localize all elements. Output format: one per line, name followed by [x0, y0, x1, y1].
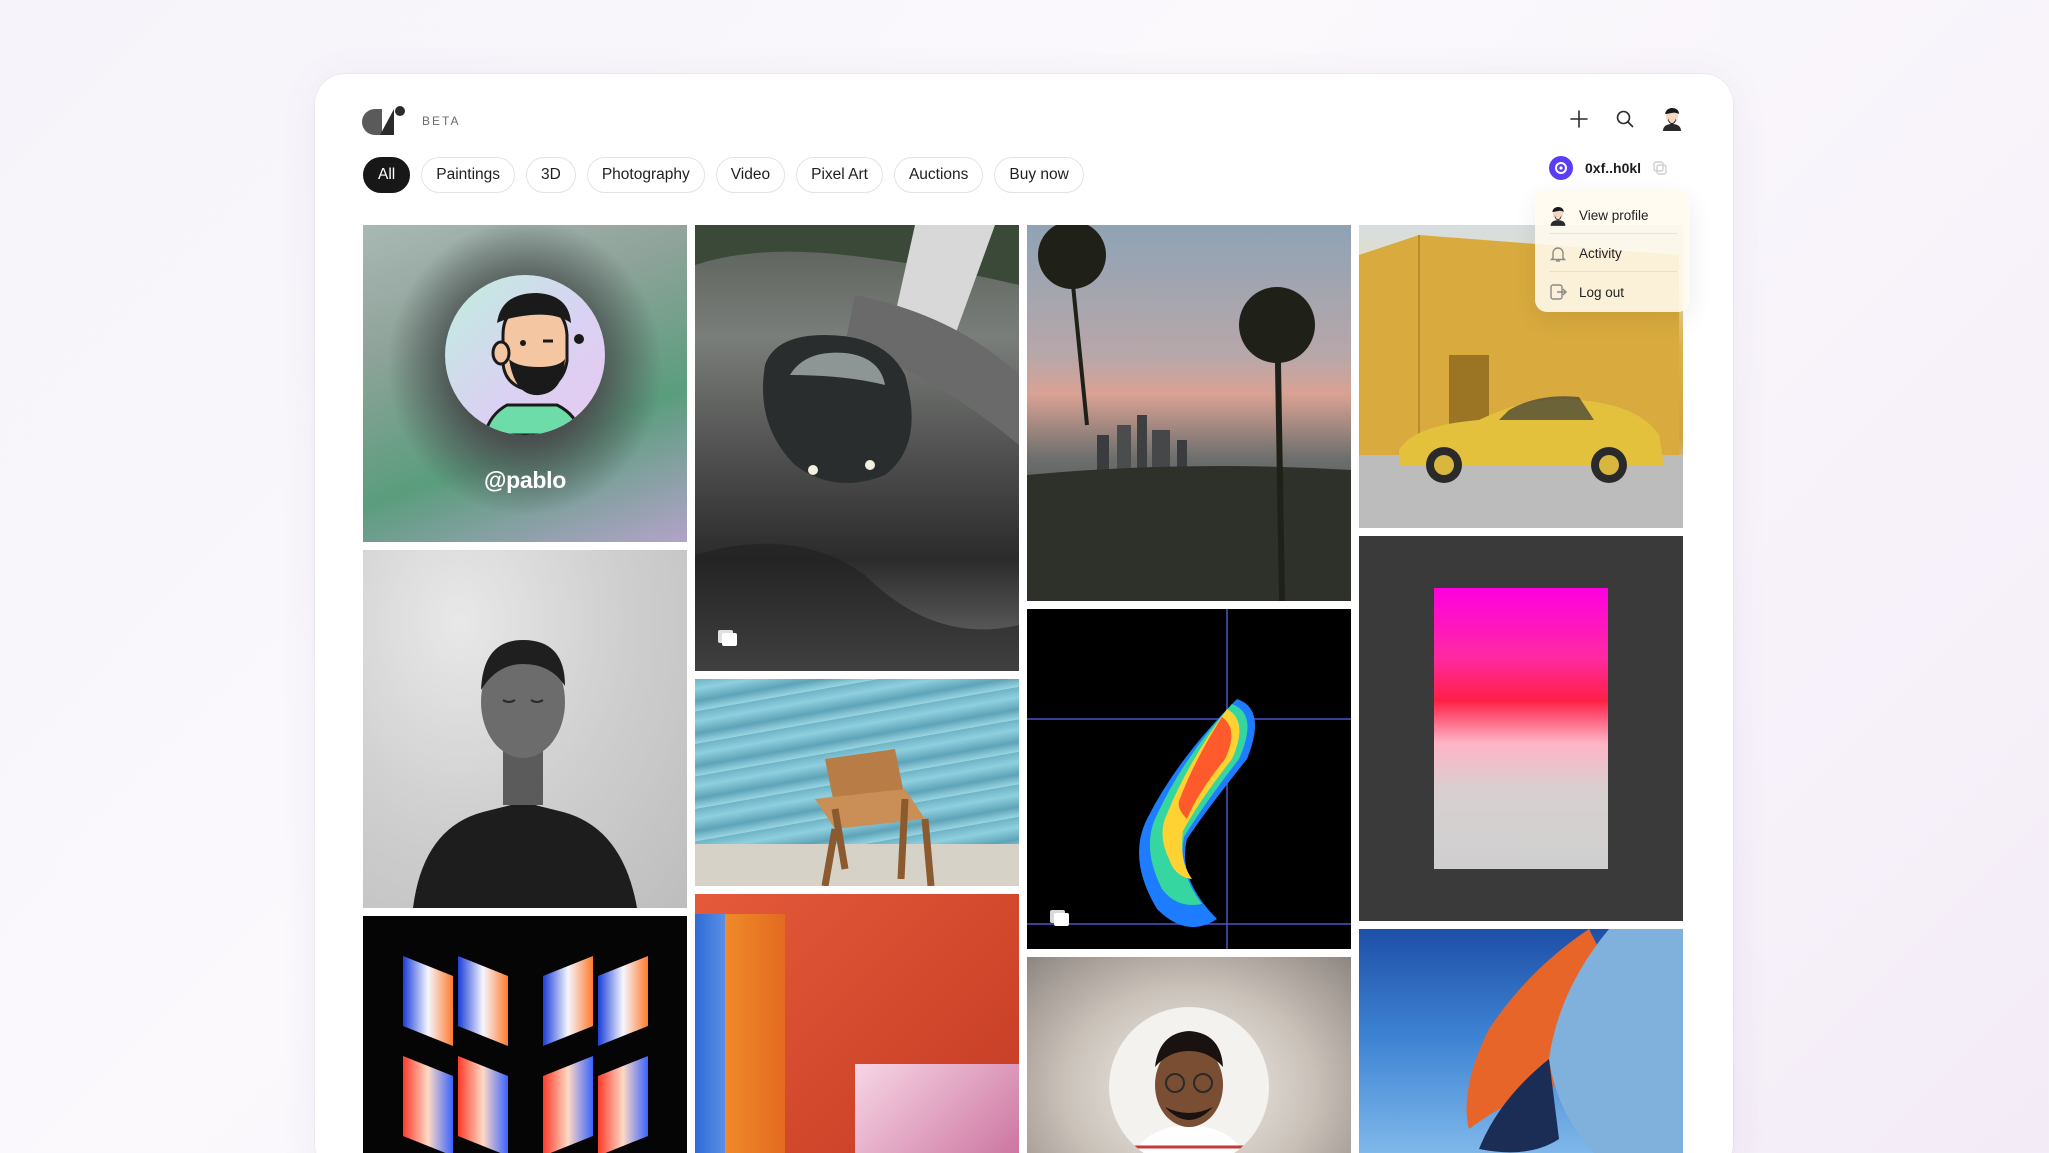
user-avatar-button[interactable] — [1659, 106, 1685, 132]
filter-chip-auctions[interactable]: Auctions — [893, 157, 984, 193]
menu-label-log-out: Log out — [1579, 284, 1625, 300]
bell-icon — [1549, 246, 1567, 262]
user-avatar-icon — [1663, 108, 1681, 131]
artwork-tile-portrait-bw[interactable] — [363, 550, 687, 908]
bearded-man-illustration-icon — [483, 293, 584, 435]
logo[interactable]: BETA — [362, 106, 460, 136]
artwork-tile-pixel-gradient[interactable] — [1359, 536, 1683, 921]
rainbow-3d-artwork — [1027, 609, 1351, 949]
copy-icon[interactable] — [1653, 161, 1667, 175]
search-button[interactable] — [1613, 107, 1637, 131]
brand-mark-icon — [362, 106, 406, 136]
search-icon — [1616, 110, 1634, 128]
menu-item-log-out[interactable]: Log out — [1549, 274, 1677, 310]
multi-edition-icon — [718, 630, 737, 646]
artwork-tile-rainbow-3d[interactable] — [1027, 609, 1351, 949]
profile-handle: @pablo — [484, 467, 566, 493]
portrait-photo — [413, 640, 637, 908]
menu-label-view-profile: View profile — [1579, 208, 1649, 223]
filter-chip-photography[interactable]: Photography — [586, 157, 705, 193]
menu-label-activity: Activity — [1579, 246, 1622, 261]
filter-chip-video[interactable]: Video — [715, 157, 786, 193]
filter-chip-pixel-art[interactable]: Pixel Art — [796, 157, 883, 193]
filter-chip-all[interactable]: All — [363, 157, 411, 193]
artwork-tile-city-palms[interactable] — [1027, 225, 1351, 601]
blue-cliff-photo — [1466, 929, 1683, 1153]
artwork-tile-chair-pool[interactable] — [695, 679, 1019, 886]
multi-edition-icon — [1050, 910, 1069, 926]
prism-artwork — [403, 956, 648, 1153]
artwork-tile-prism-abstract[interactable] — [363, 916, 687, 1153]
account-dropdown-menu: View profile Activity Log out — [1535, 190, 1690, 312]
filter-chip-3d[interactable]: 3D — [526, 157, 576, 193]
menu-item-activity[interactable]: Activity — [1549, 236, 1677, 272]
app-window: BETA All Paintings 3D Photography Video … — [315, 74, 1733, 1153]
city-palms-photo — [1027, 225, 1351, 601]
wallet-selector[interactable]: 0xf..h0kl — [1549, 156, 1667, 180]
vintage-car-photo — [695, 225, 1019, 671]
artwork-tile-man-glasses[interactable] — [1027, 957, 1351, 1153]
wallet-coin-icon — [1549, 156, 1573, 180]
pixel-gradient-artwork — [1434, 588, 1608, 869]
beta-label: BETA — [422, 114, 461, 128]
wallet-address: 0xf..h0kl — [1585, 160, 1642, 176]
plus-icon — [1570, 110, 1588, 128]
top-actions — [1567, 106, 1685, 132]
artwork-tile-vintage-car[interactable] — [695, 225, 1019, 671]
artwork-tile-blue-cliff[interactable] — [1359, 929, 1683, 1153]
category-filters: All Paintings 3D Photography Video Pixel… — [363, 157, 1084, 193]
chair-photo — [695, 749, 1019, 886]
create-button[interactable] — [1567, 107, 1591, 131]
logout-icon — [1550, 284, 1567, 300]
filter-chip-paintings[interactable]: Paintings — [421, 157, 515, 193]
menu-item-view-profile[interactable]: View profile — [1549, 198, 1677, 234]
profile-tile[interactable]: @pablo — [363, 225, 687, 542]
user-avatar-icon — [1550, 206, 1566, 226]
artwork-tile-orange-geometric[interactable] — [695, 894, 1019, 1153]
filter-chip-buy-now[interactable]: Buy now — [994, 157, 1084, 193]
profile-avatar — [445, 275, 605, 435]
man-glasses-portrait — [1109, 1007, 1269, 1153]
